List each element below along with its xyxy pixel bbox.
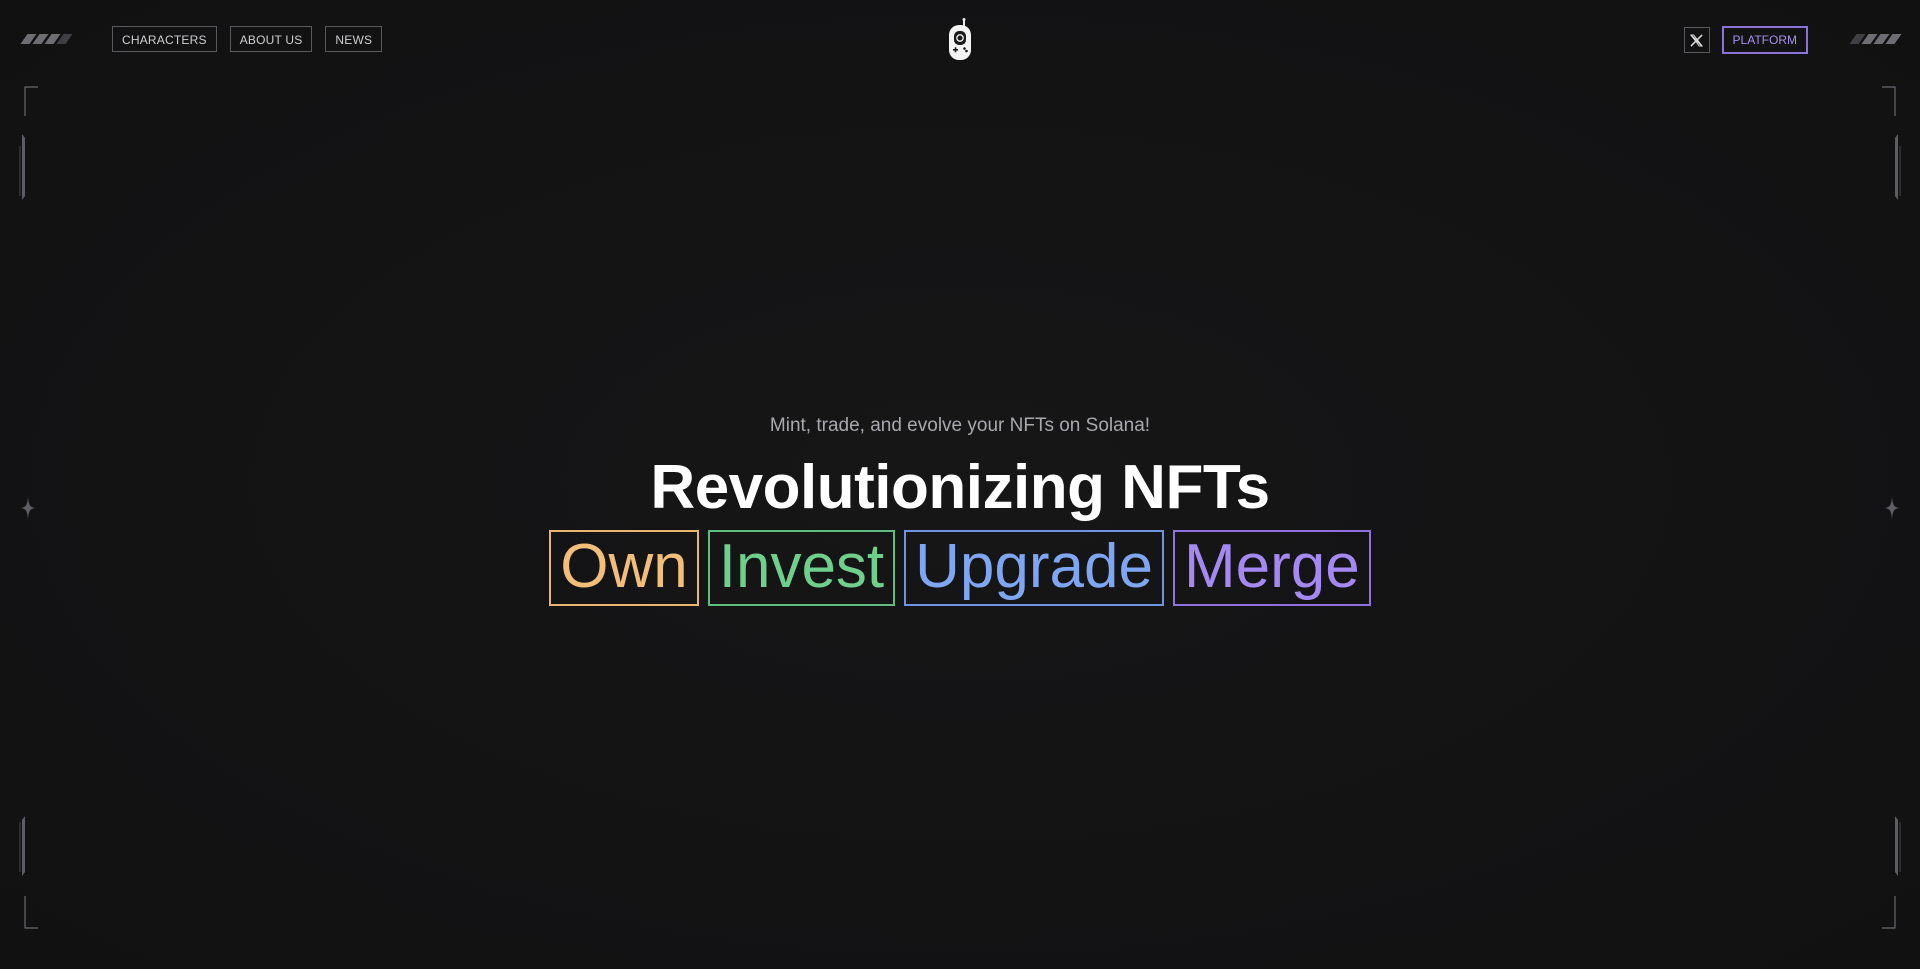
- x-social-button[interactable]: [1683, 27, 1710, 53]
- game-device-icon[interactable]: [946, 18, 974, 62]
- hero-subtitle: Mint, trade, and evolve your NFTs on Sol…: [769, 415, 1151, 436]
- nav-characters-button[interactable]: CHARACTERS: [112, 26, 217, 52]
- keyword-invest: Invest: [707, 530, 896, 606]
- nav-about-us-button[interactable]: ABOUT US: [229, 26, 313, 52]
- platform-button[interactable]: PLATFORM: [1721, 26, 1808, 54]
- frame-bracket-top-right: [1882, 86, 1901, 200]
- stripes-decoration-right: [1849, 34, 1902, 44]
- keyword-upgrade: Upgrade: [904, 530, 1164, 606]
- hero-headline: Revolutionizing NFTs: [650, 453, 1270, 522]
- main-nav: CHARACTERS ABOUT US NEWS: [112, 26, 383, 52]
- hero-section: Mint, trade, and evolve your NFTs on Sol…: [0, 414, 1920, 606]
- landing-page: CHARACTERS ABOUT US NEWS PLATFORM Mint, …: [0, 0, 1920, 969]
- frame-bracket-top-left: [19, 86, 38, 200]
- header-actions: PLATFORM: [1683, 26, 1808, 54]
- nav-news-button[interactable]: NEWS: [325, 26, 383, 52]
- x-logo-icon: [1690, 33, 1704, 47]
- frame-bracket-bottom-left: [19, 816, 38, 929]
- frame-bracket-bottom-right: [1882, 816, 1901, 929]
- stripes-decoration-left: [20, 34, 73, 44]
- keyword-merge: Merge: [1172, 530, 1371, 606]
- keyword-own: Own: [549, 530, 699, 606]
- hero-keywords: Own Invest Upgrade Merge: [0, 530, 1920, 606]
